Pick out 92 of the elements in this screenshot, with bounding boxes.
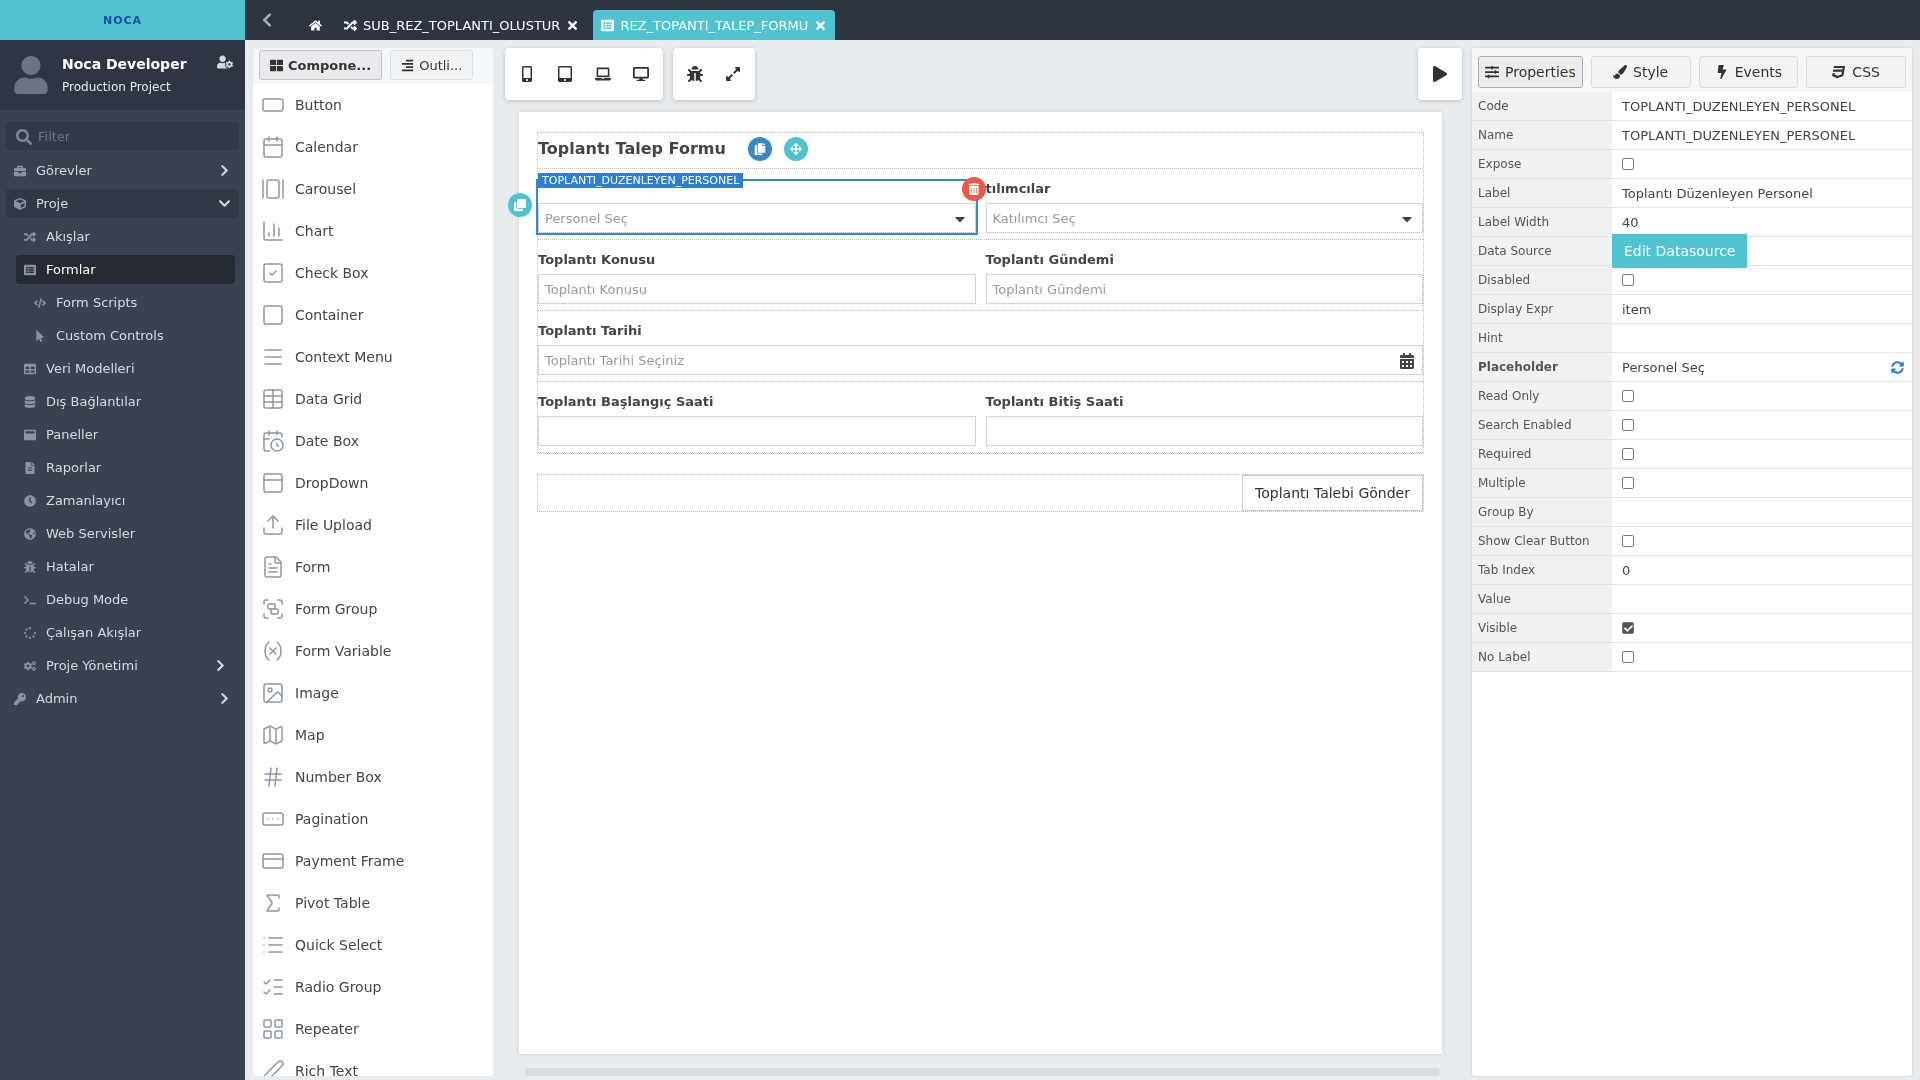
properties-tab[interactable]: CSS [1806, 56, 1906, 88]
property-name: Placeholder [1472, 353, 1612, 381]
panel-tab[interactable]: Outli... [390, 50, 474, 80]
field-label: Toplantı Bitiş Saati [985, 394, 1125, 411]
property-value[interactable]: 40 [1622, 214, 1912, 230]
component-item[interactable]: Calendar [261, 126, 485, 168]
property-name: Show Clear Button [1472, 527, 1612, 555]
user-name: Noca Developer [62, 56, 187, 72]
property-value[interactable]: 0 [1622, 562, 1912, 578]
property-name: Value [1472, 585, 1612, 613]
sidebar-item[interactable]: Görevler [6, 156, 239, 185]
sidebar-item[interactable]: Web Servisler [16, 519, 235, 548]
property-name: Expose [1472, 150, 1612, 178]
sidebar-item[interactable]: Veri Modelleri [16, 354, 235, 383]
panel-tab[interactable]: Compone... [259, 50, 383, 80]
component-item[interactable]: DropDown [261, 462, 485, 504]
filter-field[interactable]: Filter [6, 122, 239, 150]
sidebar-item[interactable]: Dış Bağlantılar [16, 387, 235, 416]
property-value[interactable]: Personel Seç [1622, 359, 1885, 375]
component-item[interactable]: Date Box [261, 420, 485, 462]
text-field[interactable]: Toplantı Konusu [538, 274, 976, 304]
sidebar-item[interactable]: Akışlar [16, 222, 235, 251]
sidebar-item[interactable]: Proje Yönetimi [16, 651, 235, 680]
component-item[interactable]: File Upload [261, 504, 485, 546]
sidebar-item[interactable]: Hatalar [16, 552, 235, 581]
text-field[interactable]: Toplantı Gündemi [985, 274, 1423, 304]
component-item[interactable]: Form Variable [261, 630, 485, 672]
component-item[interactable]: Form [261, 546, 485, 588]
sidebar-item[interactable]: Form Scripts [26, 288, 239, 317]
property-name: Visible [1472, 614, 1612, 642]
component-item[interactable]: Map [261, 714, 485, 756]
component-item[interactable]: Pagination [261, 798, 485, 840]
field-label: Toplantı Konusu [538, 252, 657, 269]
component-item[interactable]: Button [261, 84, 485, 126]
component-item[interactable]: Data Grid [261, 378, 485, 420]
property-name: Search Enabled [1472, 411, 1612, 439]
submit-button[interactable]: Toplantı Talebi Gönder [1242, 475, 1423, 511]
sidebar-item[interactable]: Proje [6, 189, 239, 218]
component-item[interactable]: Pivot Table [261, 882, 485, 924]
dropdown-field[interactable]: Katılımcı Seç [985, 203, 1423, 233]
date-field[interactable]: Toplantı Tarihi Seçiniz [538, 345, 1423, 375]
property-value[interactable]: Toplantı Düzenleyen Personel [1622, 185, 1912, 201]
component-item[interactable]: Repeater [261, 1008, 485, 1050]
field-label: Toplantı Gündemi [985, 252, 1115, 269]
project-name: Production Project [62, 80, 172, 94]
property-value[interactable]: TOPLANTI_DUZENLEYEN_PERSONEL [1622, 127, 1912, 143]
properties-tab[interactable]: Style [1590, 56, 1691, 88]
dropdown-field[interactable]: Personel Seç [538, 203, 976, 233]
property-name: Label Width [1472, 208, 1612, 236]
property-name: Read Only [1472, 382, 1612, 410]
component-item[interactable]: Context Menu [261, 336, 485, 378]
control-code-tag: TOPLANTI_DUZENLEYEN_PERSONEL [538, 173, 744, 188]
property-name: Multiple [1472, 469, 1612, 497]
sidebar-item[interactable]: Custom Controls [26, 321, 239, 350]
property-name: Code [1472, 92, 1612, 120]
sidebar-item[interactable]: Admin [6, 684, 239, 713]
component-item[interactable]: Rich Text [261, 1050, 485, 1076]
sidebar-item[interactable]: Raporlar [16, 453, 235, 482]
properties-tab[interactable]: Properties [1478, 56, 1583, 88]
component-item[interactable]: Payment Frame [261, 840, 485, 882]
component-item[interactable]: Number Box [261, 756, 485, 798]
field-label: Toplantı Tarihi [538, 323, 643, 340]
sidebar-item[interactable]: Çalışan Akışlar [16, 618, 235, 647]
property-value[interactable]: item [1622, 301, 1912, 317]
property-name: Group By [1472, 498, 1612, 526]
logo: NOCA [102, 13, 143, 27]
property-name: Hint [1472, 324, 1612, 352]
sidebar-item[interactable]: Formlar [16, 255, 235, 284]
field-label: tılımcılar [985, 181, 1052, 198]
property-name: Required [1472, 440, 1612, 468]
property-value[interactable]: TOPLANTI_DUZENLEYEN_PERSONEL [1622, 98, 1912, 114]
component-item[interactable]: Container [261, 294, 485, 336]
property-name: Label [1472, 179, 1612, 207]
component-item[interactable]: Carousel [261, 168, 485, 210]
sidebar-item[interactable]: Paneller [16, 420, 235, 449]
sidebar-item[interactable]: Debug Mode [16, 585, 235, 614]
property-name: Tab Index [1472, 556, 1612, 584]
editor-tab[interactable]: SUB_REZ_TOPLANTI_OLUSTUR [336, 10, 588, 40]
component-item[interactable]: Quick Select [261, 924, 485, 966]
field-label: Toplantı Başlangıç Saati [538, 394, 715, 411]
property-name: Data Source [1472, 237, 1612, 265]
property-name: Display Expr [1472, 295, 1612, 323]
property-name: Disabled [1472, 266, 1612, 294]
component-item[interactable]: Radio Group [261, 966, 485, 1008]
properties-tab[interactable]: Events [1698, 56, 1799, 88]
property-name: No Label [1472, 643, 1612, 671]
component-item[interactable]: Check Box [261, 252, 485, 294]
property-name: Name [1472, 121, 1612, 149]
sidebar-item[interactable]: Zamanlayıcı [16, 486, 235, 515]
component-item[interactable]: Form Group [261, 588, 485, 630]
component-item[interactable]: Image [261, 672, 485, 714]
component-item[interactable]: Chart [261, 210, 485, 252]
